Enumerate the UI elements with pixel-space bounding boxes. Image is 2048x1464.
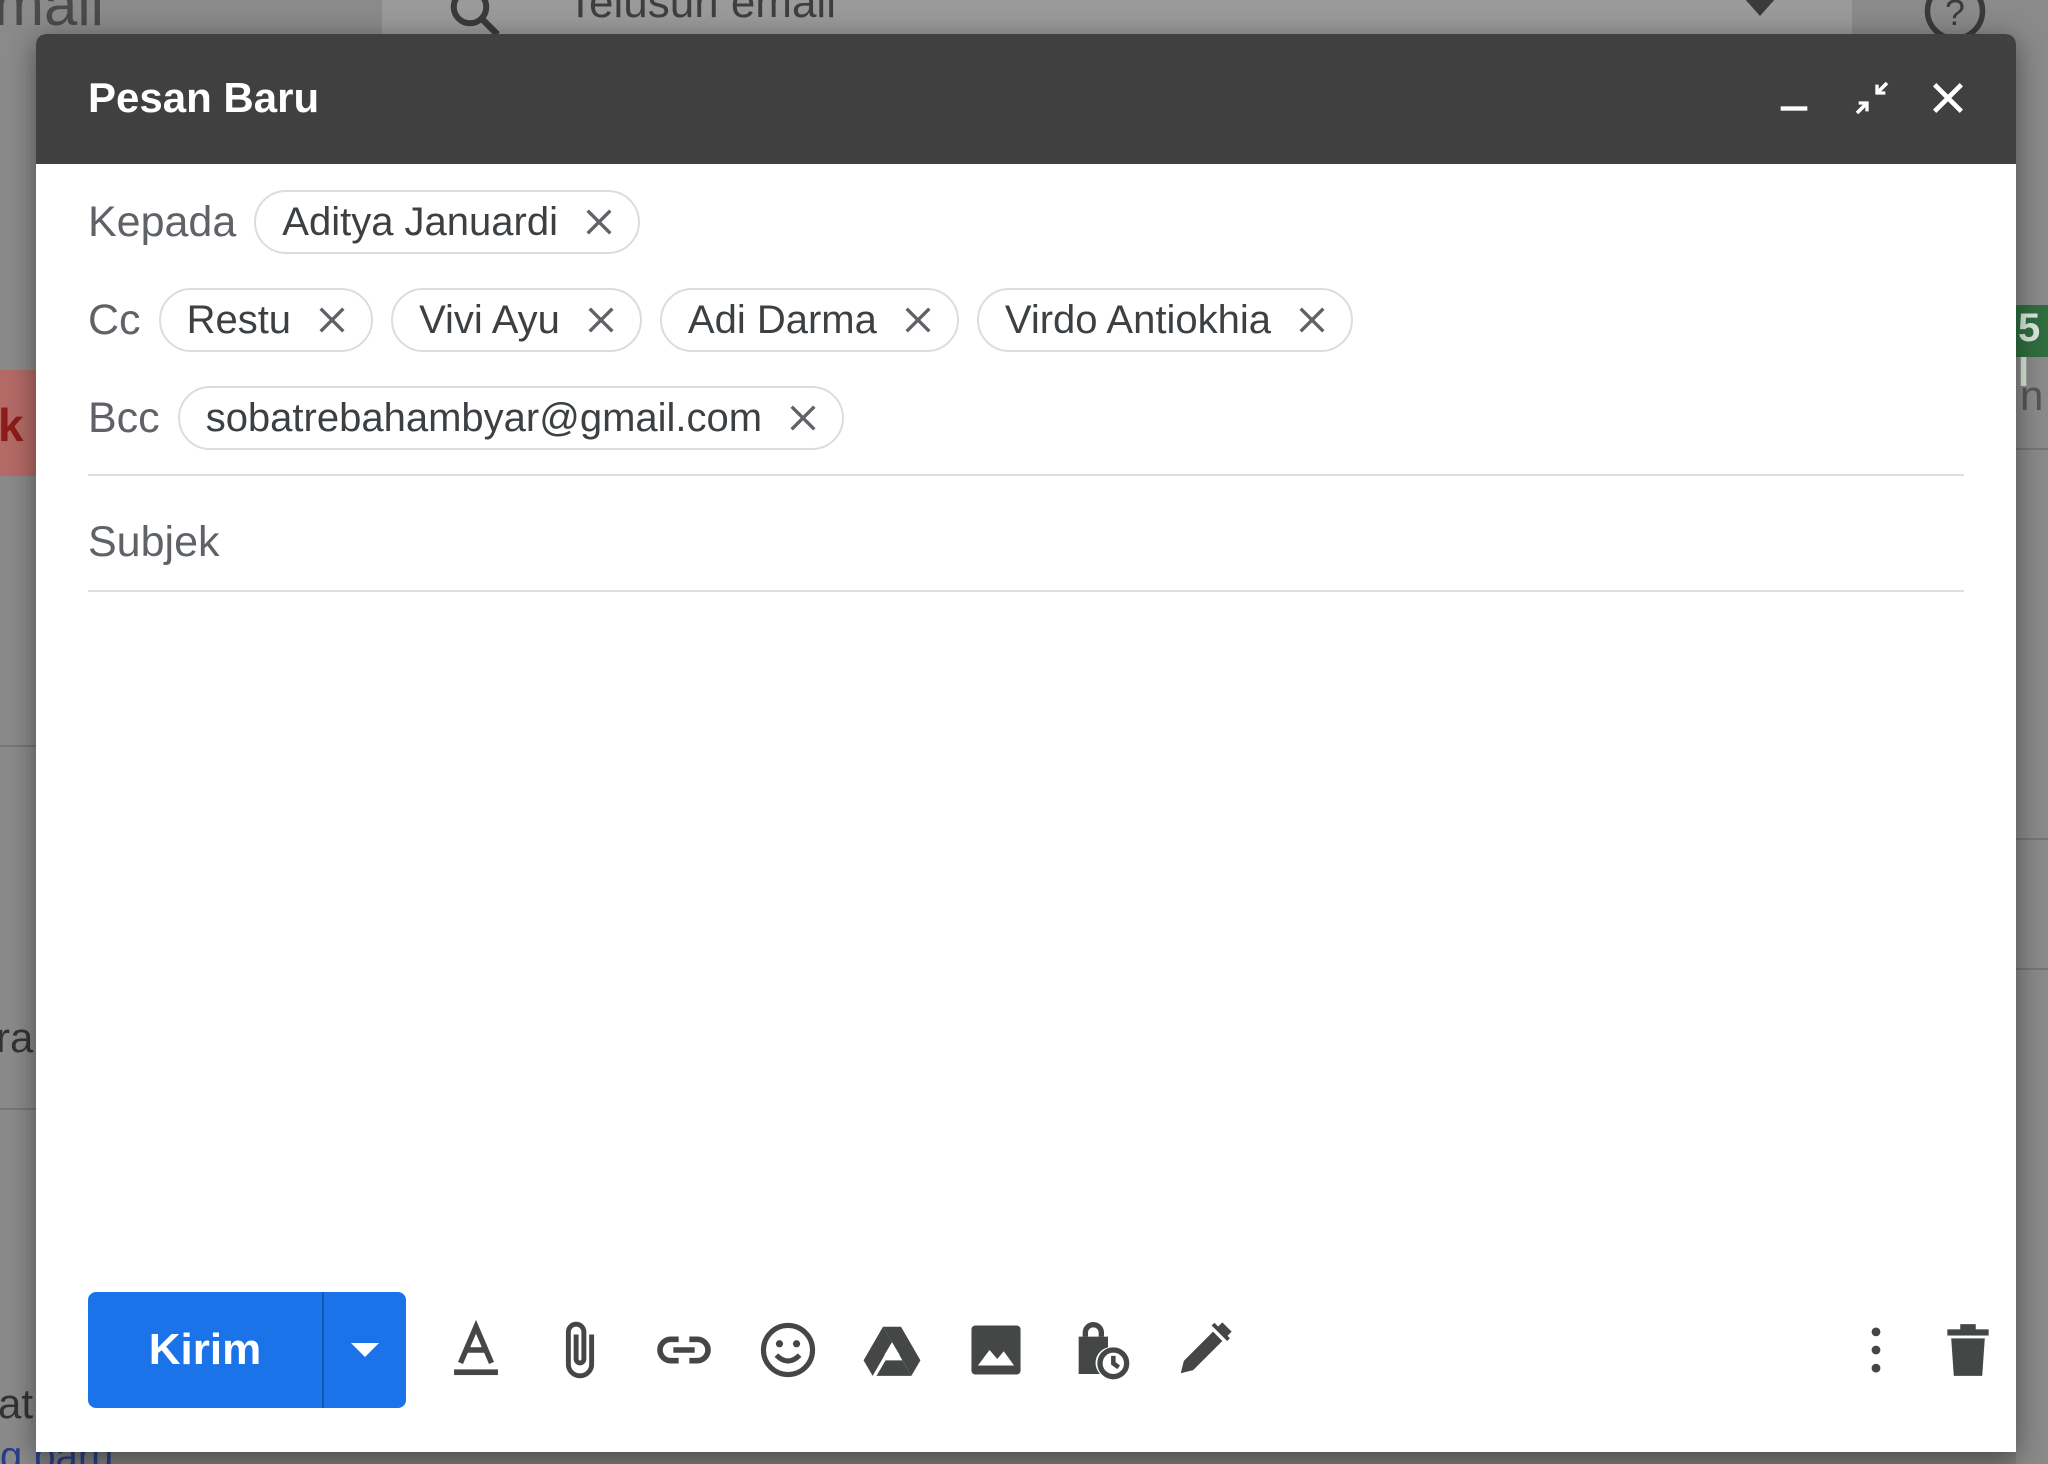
chevron-down-icon: [351, 1343, 379, 1357]
recipients-divider: [88, 474, 1964, 476]
recipient-email: sobatrebahambyar@gmail.com: [205, 395, 763, 440]
email-snippet-fragment: ra: [0, 1014, 34, 1061]
recipient-chip[interactable]: Virdo Antiokhia: [976, 288, 1353, 352]
send-button[interactable]: Kirim: [88, 1292, 322, 1408]
message-body[interactable]: [88, 630, 1964, 1290]
subject-input[interactable]: [88, 506, 1964, 578]
recipient-name: Aditya Januardi: [282, 199, 558, 244]
remove-recipient-icon[interactable]: [901, 303, 935, 337]
subject-divider: [88, 590, 1964, 592]
to-field[interactable]: Kepada Aditya Januardi: [88, 190, 658, 254]
attach-icon: [565, 1321, 595, 1379]
attach-file-button[interactable]: [548, 1318, 612, 1382]
remove-recipient-icon[interactable]: [315, 303, 349, 337]
remove-recipient-icon[interactable]: [584, 303, 618, 337]
bcc-label: Bcc: [88, 393, 160, 442]
more-options-icon: [1871, 1327, 1881, 1373]
compose-window: Pesan Baru Kepada Aditya Januardi Cc Res…: [36, 34, 2016, 1452]
compose-header: Pesan Baru: [36, 34, 2016, 164]
discard-draft-button[interactable]: [1936, 1318, 2000, 1382]
insert-emoji-button[interactable]: [756, 1318, 820, 1382]
photo-icon: [971, 1325, 1021, 1375]
send-options-button[interactable]: [324, 1292, 406, 1408]
label-tag-text: k: [0, 399, 24, 451]
search-options-icon[interactable]: [1742, 0, 1778, 23]
signature-icon: [1180, 1322, 1232, 1374]
exit-fullscreen-icon: [1855, 81, 1889, 115]
to-label: Kepada: [88, 197, 237, 246]
close-button[interactable]: [1920, 70, 1976, 126]
formatting-icon: [454, 1319, 498, 1376]
link-icon: [657, 1336, 711, 1364]
emoji-icon: [760, 1322, 816, 1378]
recipient-chip[interactable]: Adi Darma: [659, 288, 959, 352]
remove-recipient-icon[interactable]: [582, 205, 616, 239]
recipient-name: Restu: [186, 297, 292, 342]
more-options-button[interactable]: [1844, 1318, 1908, 1382]
inbox-list-background-left: [0, 110, 36, 1464]
cc-field[interactable]: Cc Restu Vivi Ayu Adi Darma Virdo Antiok…: [88, 288, 1371, 352]
insert-drive-file-button[interactable]: [860, 1318, 924, 1382]
exit-fullscreen-button[interactable]: [1844, 70, 1900, 126]
minimize-icon: [1780, 106, 1808, 111]
recipient-chip[interactable]: Vivi Ayu: [391, 288, 642, 352]
recipient-chip[interactable]: Aditya Januardi: [254, 190, 640, 254]
minimize-button[interactable]: [1766, 70, 1822, 126]
divider: [2016, 838, 2048, 840]
formatting-button[interactable]: [444, 1318, 508, 1382]
delete-icon: [1947, 1324, 1989, 1376]
divider: [2016, 448, 2048, 450]
insert-photo-button[interactable]: [964, 1318, 1028, 1382]
insert-signature-button[interactable]: [1172, 1318, 1236, 1382]
recipient-chip[interactable]: sobatrebahambyar@gmail.com: [177, 386, 845, 450]
search-placeholder: Telusuri email: [567, 0, 836, 27]
recipient-name: Adi Darma: [687, 297, 877, 342]
remove-recipient-icon[interactable]: [786, 401, 820, 435]
email-snippet-fragment: n: [2020, 372, 2044, 419]
send-button-group: Kirim: [88, 1292, 406, 1408]
close-icon: [1933, 83, 1963, 113]
divider: [0, 745, 36, 747]
cc-label: Cc: [88, 295, 141, 344]
svg-text:?: ?: [1945, 0, 1965, 33]
email-snippet-fragment: at: [0, 1380, 34, 1427]
compose-title: Pesan Baru: [88, 74, 320, 121]
recipient-name: Virdo Antiokhia: [1004, 297, 1271, 342]
insert-link-button[interactable]: [652, 1318, 716, 1382]
recipient-name: Vivi Ayu: [419, 297, 560, 342]
confidential-mode-button[interactable]: [1068, 1318, 1132, 1382]
bcc-field[interactable]: Bcc sobatrebahambyar@gmail.com: [88, 386, 862, 450]
drive-icon: [863, 1326, 921, 1376]
confidential-mode-icon: [1078, 1322, 1130, 1380]
recipient-chip[interactable]: Restu: [158, 288, 374, 352]
divider: [2016, 968, 2048, 970]
remove-recipient-icon[interactable]: [1295, 303, 1329, 337]
divider: [0, 1108, 36, 1110]
